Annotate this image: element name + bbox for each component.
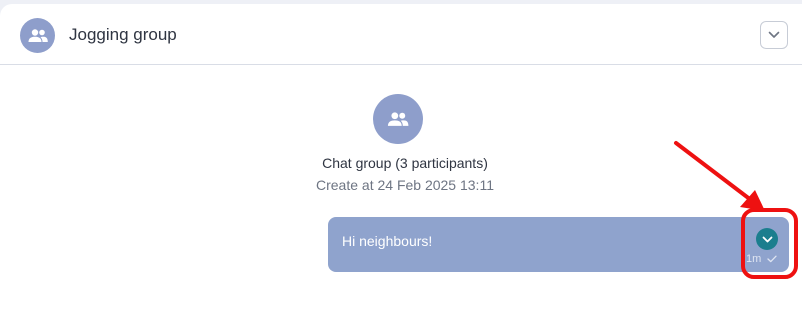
message-bubble[interactable]: Hi neighbours! 1m [328, 217, 789, 272]
group-info: Chat group (3 participants) Create at 24… [280, 154, 530, 194]
check-icon [767, 255, 777, 263]
message-meta: 1m [746, 253, 777, 265]
chat-title: Jogging group [69, 25, 177, 44]
group-participants: Chat group (3 participants) [322, 155, 488, 171]
chevron-down-icon [762, 236, 772, 242]
message-menu-button[interactable] [756, 228, 778, 250]
group-avatar [20, 18, 55, 53]
message-text: Hi neighbours! [342, 233, 433, 249]
chat-panel: Jogging group Chat group (3 participants… [0, 4, 802, 310]
chat-header: Jogging group [0, 4, 802, 65]
group-icon [387, 111, 409, 126]
group-info-avatar [373, 94, 423, 144]
group-icon [28, 28, 48, 42]
group-created-date: Create at 24 Feb 2025 13:11 [316, 177, 494, 193]
collapse-button[interactable] [760, 21, 788, 49]
chevron-down-icon [768, 31, 780, 38]
message-time: 1m [746, 253, 762, 265]
